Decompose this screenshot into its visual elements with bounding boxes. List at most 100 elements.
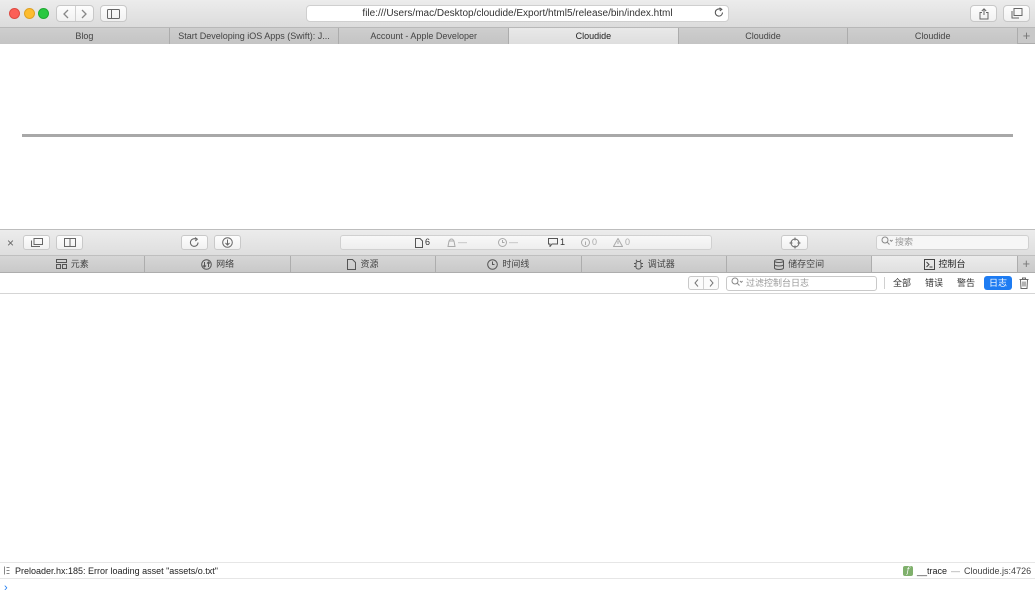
download-archive-button[interactable]: [214, 235, 241, 250]
source-link[interactable]: Cloudide.js:4726: [964, 565, 1031, 577]
storage-icon: [774, 258, 785, 270]
call-site: f __trace — Cloudide.js:4726: [903, 565, 1031, 577]
filter-all-button[interactable]: 全部: [888, 276, 916, 290]
clear-console-button[interactable]: [1019, 277, 1029, 292]
reload-page-button[interactable]: [181, 235, 208, 250]
console-message-text: Preloader.hx:185: Error loading asset "a…: [15, 566, 218, 576]
filter-placeholder: 过滤控制台日志: [746, 278, 810, 288]
function-icon: f: [903, 566, 913, 576]
network-icon: [201, 258, 212, 270]
info-count-value: 0: [592, 237, 598, 247]
share-icon: [979, 7, 988, 19]
inspect-element-button[interactable]: [781, 235, 808, 250]
tab-label: Start Developing iOS Apps (Swift): J...: [178, 31, 330, 41]
warnings-count[interactable]: 0: [613, 236, 630, 249]
browser-tab[interactable]: Cloudide: [678, 28, 849, 44]
close-window-button[interactable]: [9, 8, 20, 19]
tab-label: 时间线: [502, 259, 530, 269]
inspector-search-input[interactable]: 搜索: [876, 235, 1029, 250]
size-value: —: [458, 237, 467, 247]
window-titlebar: file:///Users/mac/Desktop/cloudide/Expor…: [0, 0, 1035, 27]
zoom-window-button[interactable]: [38, 8, 49, 19]
address-url: file:///Users/mac/Desktop/cloudide/Expor…: [362, 8, 673, 19]
logs-count-value: 1: [560, 237, 566, 247]
tab-label: Cloudide: [575, 31, 612, 41]
time-value: —: [509, 237, 518, 247]
search-icon: [731, 277, 743, 291]
forward-button[interactable]: [74, 6, 93, 21]
add-tab-button[interactable]: +: [1018, 256, 1035, 272]
tab-label: 资源: [360, 259, 379, 269]
detach-inspector-button[interactable]: [23, 235, 50, 250]
browser-tab-active[interactable]: Cloudide: [509, 28, 679, 44]
search-placeholder: 搜索: [895, 237, 914, 247]
speech-bubble-icon: [548, 238, 558, 247]
browser-tab[interactable]: Blog: [0, 28, 170, 44]
resources-icon: [347, 258, 357, 270]
previous-message-button[interactable]: [689, 277, 703, 289]
tab-label: 储存空间: [788, 259, 825, 269]
tab-label: 调试器: [647, 259, 675, 269]
console-filter-bar: 过滤控制台日志 全部 错误 警告 日志: [0, 273, 1035, 294]
console-output-area: [0, 294, 1035, 562]
sidebar-icon: [107, 8, 120, 19]
filter-errors-button[interactable]: 错误: [920, 276, 948, 290]
address-bar[interactable]: file:///Users/mac/Desktop/cloudide/Expor…: [306, 5, 729, 22]
resources-count[interactable]: 6: [415, 236, 430, 249]
function-name: __trace: [917, 566, 948, 576]
console-filter-input[interactable]: 过滤控制台日志: [726, 276, 877, 291]
tab-resources[interactable]: 资源: [291, 256, 437, 272]
show-all-tabs-button[interactable]: [1003, 5, 1030, 22]
filter-logs-button[interactable]: 日志: [984, 276, 1013, 290]
load-time[interactable]: —: [498, 236, 518, 249]
undock-icon: [30, 238, 43, 247]
inspector-tab-bar: 元素 网络 资源 时间线 调试器 储存空间 控制台 +: [0, 256, 1035, 273]
tab-label: 元素: [70, 259, 89, 269]
split-view-icon: [63, 238, 76, 247]
info-count[interactable]: 0: [581, 236, 597, 249]
tab-console[interactable]: 控制台: [872, 256, 1018, 272]
chevron-right-icon: [709, 279, 714, 287]
log-level-icon: [4, 566, 10, 577]
reload-icon[interactable]: [714, 7, 724, 23]
back-button[interactable]: [57, 6, 75, 21]
document-icon: [415, 237, 423, 248]
console-prompt[interactable]: ›: [0, 578, 1035, 598]
tab-elements[interactable]: 元素: [0, 256, 146, 272]
chevron-right-icon: [82, 9, 88, 18]
loading-progress-bar: [22, 134, 1013, 137]
tab-label: Cloudide: [914, 31, 951, 41]
errors-size[interactable]: —: [447, 236, 467, 249]
tab-label: 控制台: [938, 259, 966, 269]
call-site-separator: —: [951, 566, 961, 576]
clock-icon: [498, 238, 507, 247]
inspector-dashboard[interactable]: 6 — — 1 0 0: [340, 235, 712, 250]
tab-label: Blog: [75, 31, 94, 41]
web-page-content: [0, 44, 1035, 230]
browser-tab[interactable]: Cloudide: [848, 28, 1019, 44]
logs-count[interactable]: 1: [548, 236, 565, 249]
new-tab-button[interactable]: +: [1018, 28, 1035, 44]
console-icon: [923, 258, 935, 270]
reload-icon: [189, 237, 199, 247]
next-message-button[interactable]: [703, 277, 718, 289]
tab-storage[interactable]: 储存空间: [727, 256, 873, 272]
tab-debugger[interactable]: 调试器: [582, 256, 727, 272]
console-message-row[interactable]: Preloader.hx:185: Error loading asset "a…: [0, 562, 1035, 578]
weight-icon: [447, 238, 456, 247]
browser-tab[interactable]: Start Developing iOS Apps (Swift): J...: [169, 28, 340, 44]
minimize-window-button[interactable]: [24, 8, 35, 19]
tab-timeline[interactable]: 时间线: [436, 256, 582, 272]
browser-tab[interactable]: Account - Apple Developer: [339, 28, 510, 44]
dock-side-button[interactable]: [56, 235, 83, 250]
close-inspector-button[interactable]: ×: [7, 237, 14, 249]
resources-count-value: 6: [425, 237, 431, 247]
search-icon: [881, 236, 893, 250]
share-button[interactable]: [970, 5, 997, 22]
sidebar-toggle-button[interactable]: [100, 5, 127, 22]
filter-warnings-button[interactable]: 警告: [952, 276, 980, 290]
tab-network[interactable]: 网络: [145, 256, 291, 272]
console-navigation-group: [688, 276, 719, 290]
timeline-icon: [487, 258, 499, 270]
chevron-left-icon: [694, 279, 699, 287]
